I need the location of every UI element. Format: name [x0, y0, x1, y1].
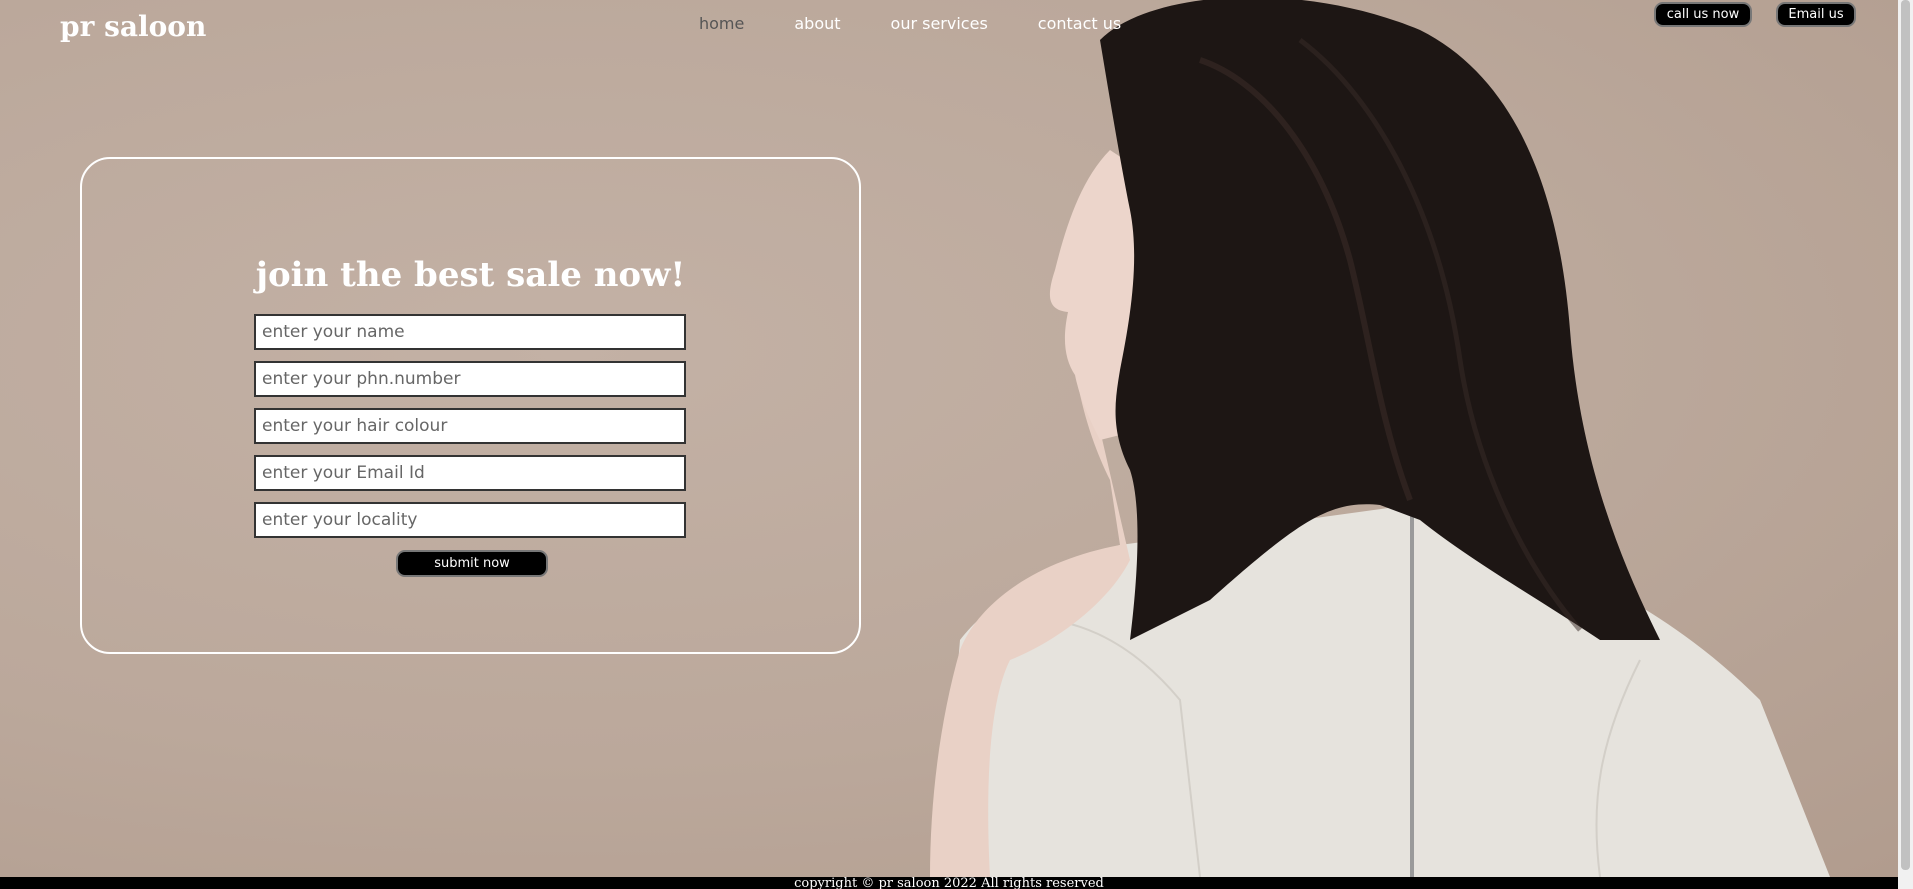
footer: copyright © pr saloon 2022 All rights re…	[0, 877, 1898, 889]
email-input[interactable]	[254, 455, 686, 491]
locality-input[interactable]	[254, 502, 686, 538]
main-nav: home about our services contact us	[699, 14, 1121, 33]
nav-home[interactable]: home	[699, 14, 744, 33]
nav-about[interactable]: about	[794, 14, 840, 33]
call-us-button[interactable]: call us now	[1654, 2, 1752, 27]
nav-contact-us[interactable]: contact us	[1038, 14, 1121, 33]
email-us-button[interactable]: Email us	[1776, 2, 1856, 27]
signup-form-card: join the best sale now! submit now	[80, 157, 861, 654]
copyright-text: copyright © pr saloon 2022 All rights re…	[794, 877, 1104, 889]
hair-colour-input[interactable]	[254, 408, 686, 444]
nav-our-services[interactable]: our services	[891, 14, 988, 33]
submit-button[interactable]: submit now	[396, 550, 548, 577]
site-logo[interactable]: pr saloon	[60, 10, 206, 43]
form-title: join the best sale now!	[255, 255, 686, 295]
phone-input[interactable]	[254, 361, 686, 397]
name-input[interactable]	[254, 314, 686, 350]
vertical-scrollbar[interactable]	[1898, 0, 1913, 889]
hero-section: pr saloon home about our services contac…	[0, 0, 1898, 877]
scrollbar-thumb[interactable]	[1901, 0, 1910, 870]
